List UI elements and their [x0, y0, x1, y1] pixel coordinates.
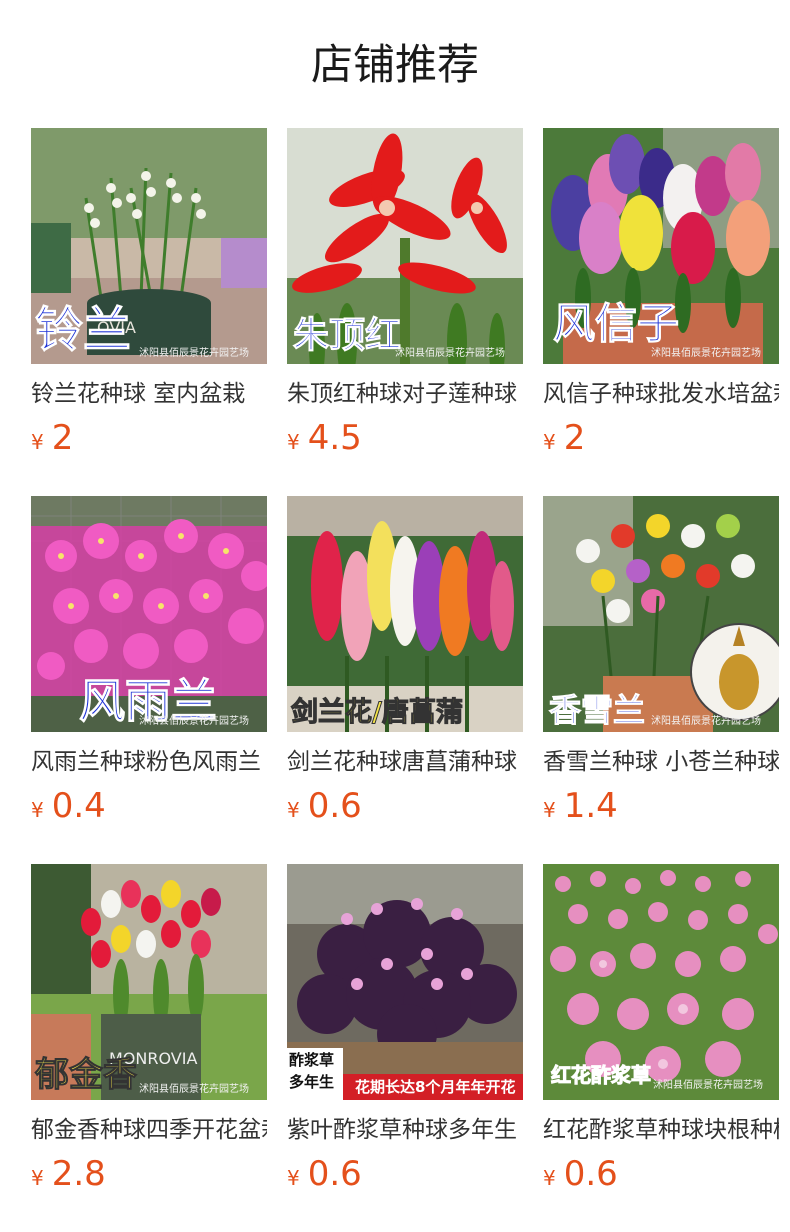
product-card-pink-oxalis[interactable]: 红花酢浆草 沭阳县佰辰景花卉园艺场 红花酢浆草种球块根种植 ¥0.6: [543, 864, 779, 1204]
product-name[interactable]: 剑兰花种球唐菖蒲种球: [287, 746, 523, 778]
image-overlay-label: 酢浆草: [289, 1051, 335, 1069]
price-value: 0.6: [307, 1154, 362, 1194]
image-overlay-label: 郁金香: [35, 1055, 138, 1096]
image-watermark: 沭阳县佰辰景花卉园艺场: [139, 348, 249, 359]
image-overlay-label: 风信子: [552, 299, 680, 349]
currency-symbol: ¥: [31, 1166, 44, 1190]
price-value: 2: [51, 418, 74, 458]
currency-symbol: ¥: [543, 430, 556, 454]
product-card-amaryllis[interactable]: 朱顶红 沭阳县佰辰景花卉园艺场 朱顶红种球对子莲种球 ¥4.5: [287, 128, 523, 468]
currency-symbol: ¥: [31, 798, 44, 822]
currency-symbol: ¥: [287, 798, 300, 822]
product-name[interactable]: 香雪兰种球 小苍兰种球: [543, 746, 779, 778]
image-overlay-label: 香雪兰: [548, 691, 646, 730]
product-card-purple-oxalis[interactable]: 酢浆草 多年生 花期长达8个月年年开花 紫叶酢浆草种球多年生 ¥0.6: [287, 864, 523, 1204]
product-card-rain-lily[interactable]: 风雨兰 沭阳县佰辰景花卉园艺场 风雨兰种球粉色风雨兰 ¥0.4: [31, 496, 267, 836]
product-name[interactable]: 朱顶红种球对子莲种球: [287, 378, 523, 410]
image-watermark: 沭阳县佰辰景花卉园艺场: [651, 348, 761, 359]
product-name[interactable]: 铃兰花种球 室内盆栽: [31, 378, 267, 410]
image-watermark: 沭阳县佰辰景花卉园艺场: [395, 348, 505, 359]
image-watermark: 沭阳县佰辰景花卉园艺场: [139, 716, 249, 727]
product-name[interactable]: 风信子种球批发水培盆栽: [543, 378, 779, 410]
image-watermark: 沭阳县佰辰景花卉园艺场: [653, 1080, 763, 1091]
image-watermark: 沭阳县佰辰景花卉园艺场: [139, 1084, 249, 1095]
product-price: ¥0.6: [287, 1152, 362, 1196]
price-value: 0.6: [563, 1154, 618, 1194]
image-overlay-label: 铃兰: [34, 302, 132, 359]
product-name[interactable]: 紫叶酢浆草种球多年生: [287, 1114, 523, 1146]
product-price: ¥0.6: [543, 1152, 618, 1196]
product-card-gladiolus[interactable]: 剑兰花/唐菖蒲 剑兰花种球唐菖蒲种球 ¥0.6: [287, 496, 523, 836]
product-card-freesia[interactable]: 香雪兰 沭阳县佰辰景花卉园艺场 香雪兰种球 小苍兰种球 ¥1.4: [543, 496, 779, 836]
price-value: 0.4: [51, 786, 106, 826]
image-overlay-label: 剑兰花/唐菖蒲: [291, 697, 464, 729]
product-card-tulip[interactable]: MONROVIA 郁金香 沭阳县佰辰景花卉园艺场 郁金香种球四季开花盆栽 ¥2.…: [31, 864, 267, 1204]
price-value: 4.5: [307, 418, 362, 458]
price-value: 2: [563, 418, 586, 458]
product-name[interactable]: 郁金香种球四季开花盆栽: [31, 1114, 267, 1146]
product-price: ¥2.8: [31, 1152, 106, 1196]
product-price: ¥2: [543, 416, 585, 460]
currency-symbol: ¥: [287, 430, 300, 454]
recommend-grid: OVIA 铃兰 沭阳县佰辰景花卉园艺场 铃兰花种球 室内盆栽 ¥2 朱顶红 沭阳…: [0, 0, 790, 1232]
product-card-hyacinth[interactable]: 风信子 沭阳县佰辰景花卉园艺场 风信子种球批发水培盆栽 ¥2: [543, 128, 779, 468]
price-value: 1.4: [563, 786, 618, 826]
image-banner: 花期长达8个月年年开花: [355, 1078, 516, 1096]
product-price: ¥0.6: [287, 784, 362, 828]
currency-symbol: ¥: [31, 430, 44, 454]
product-price: ¥0.4: [31, 784, 106, 828]
image-overlay-label-2: 多年生: [289, 1073, 335, 1091]
currency-symbol: ¥: [287, 1166, 300, 1190]
currency-symbol: ¥: [543, 1166, 556, 1190]
product-name[interactable]: 风雨兰种球粉色风雨兰: [31, 746, 267, 778]
product-name[interactable]: 红花酢浆草种球块根种植: [543, 1114, 779, 1146]
product-card-lily-of-the-valley[interactable]: OVIA 铃兰 沭阳县佰辰景花卉园艺场 铃兰花种球 室内盆栽 ¥2: [31, 128, 267, 468]
image-overlay-label: 红花酢浆草: [551, 1063, 652, 1088]
image-overlay-label: 朱顶红: [292, 315, 402, 357]
price-value: 0.6: [307, 786, 362, 826]
currency-symbol: ¥: [543, 798, 556, 822]
product-price: ¥2: [31, 416, 73, 460]
product-price: ¥1.4: [543, 784, 618, 828]
product-price: ¥4.5: [287, 416, 362, 460]
price-value: 2.8: [51, 1154, 106, 1194]
image-watermark: 沭阳县佰辰景花卉园艺场: [651, 716, 761, 727]
